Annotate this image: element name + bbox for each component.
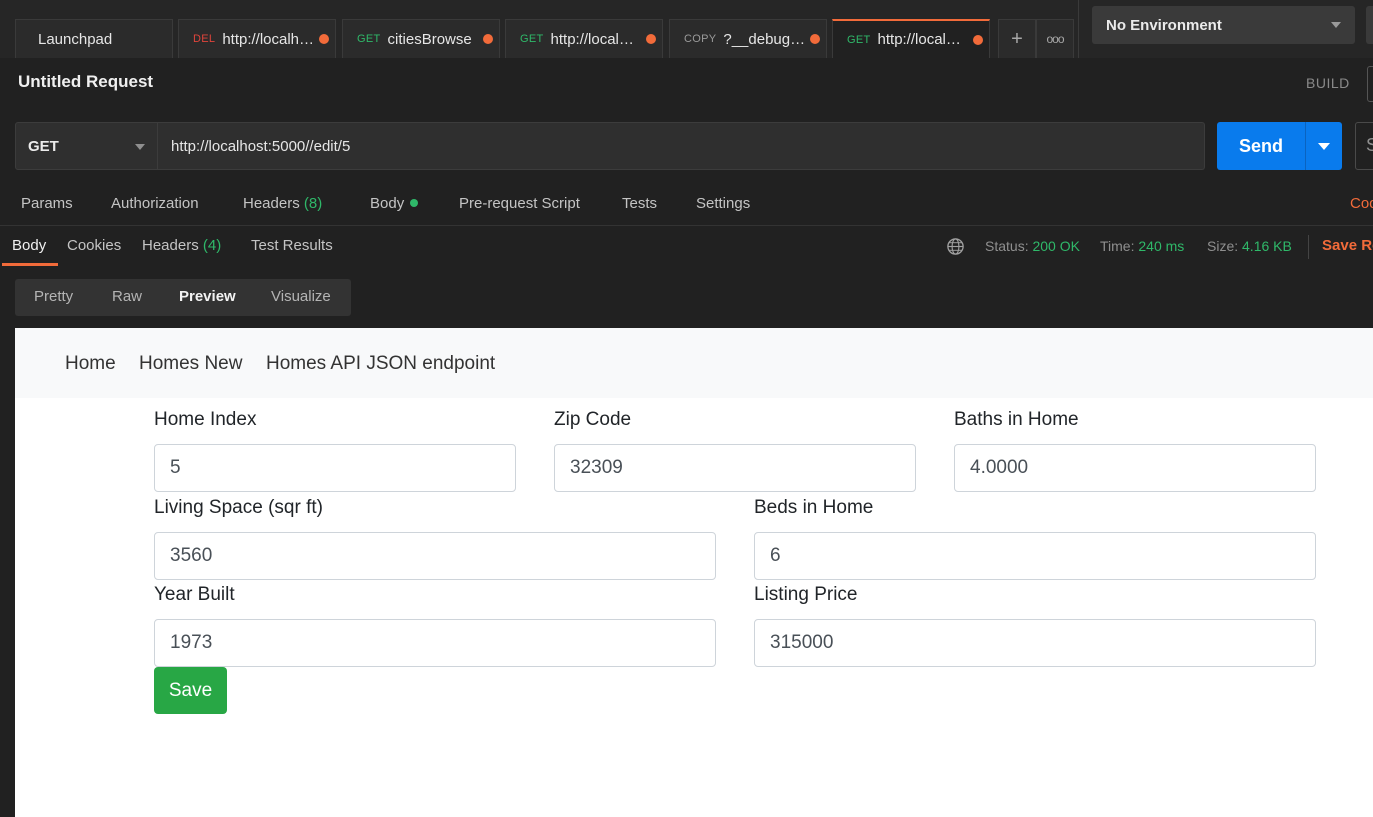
tab-method: GET (357, 33, 381, 45)
tab-body-label: Body (370, 195, 405, 212)
response-time[interactable]: Time: 240 ms (1100, 238, 1184, 254)
home-index-field[interactable] (154, 444, 516, 492)
tab-bar: Launchpad DEL http://localho... GET citi… (0, 0, 1373, 58)
tab-settings[interactable]: Settings (696, 195, 750, 212)
view-preview[interactable]: Preview (179, 288, 236, 305)
more-icon: ooo (1046, 32, 1064, 46)
time-value: 240 ms (1138, 238, 1185, 254)
tab-method: DEL (193, 33, 216, 45)
save-response-button[interactable]: Save Re (1322, 237, 1373, 254)
tab-get-request[interactable]: GET http://localho... (505, 19, 663, 58)
view-visualize[interactable]: Visualize (271, 288, 331, 305)
response-tab-cookies[interactable]: Cookies (67, 237, 121, 254)
year-built-label: Year Built (154, 584, 235, 605)
send-options-button[interactable] (1305, 122, 1342, 170)
tab-params[interactable]: Params (21, 195, 73, 212)
chevron-down-icon (1318, 143, 1330, 150)
save-request-button[interactable]: S (1355, 122, 1373, 170)
response-tab-headers-label: Headers (142, 237, 199, 254)
tab-method: GET (520, 33, 544, 45)
plus-icon: + (1011, 27, 1023, 50)
zip-code-label: Zip Code (554, 409, 632, 430)
environment-select[interactable]: No Environment (1092, 6, 1355, 44)
tab-title: http://localho... (550, 30, 642, 48)
send-button[interactable]: Send (1217, 122, 1305, 170)
tab-body[interactable]: Body (370, 195, 419, 212)
request-title[interactable]: Untitled Request (18, 72, 153, 92)
tab-prerequest-script[interactable]: Pre-request Script (459, 195, 580, 212)
response-tab-headers[interactable]: Headers (4) (142, 237, 221, 254)
response-tab-body[interactable]: Body (12, 237, 46, 254)
chevron-down-icon (1331, 22, 1341, 28)
chevron-down-icon (135, 144, 145, 150)
more-tabs-button[interactable]: ooo (1036, 19, 1074, 58)
tab-headers-label: Headers (243, 195, 300, 212)
size-label: Size: (1207, 238, 1239, 254)
nav-link-homes-new[interactable]: Homes New (139, 353, 242, 375)
body-indicator-icon (410, 199, 419, 207)
tab-cities-browse[interactable]: GET citiesBrowse (342, 19, 500, 58)
listing-price-label: Listing Price (754, 584, 858, 605)
status-label: Status: (985, 238, 1029, 254)
tab-title: http://localho... (877, 31, 969, 48)
nav-link-home[interactable]: Home (65, 353, 116, 375)
living-space-field[interactable] (154, 532, 716, 580)
zip-code-field[interactable] (554, 444, 916, 492)
unsaved-dot-icon (319, 34, 329, 44)
status-value: 200 OK (1032, 238, 1080, 254)
nav-link-homes-api[interactable]: Homes API JSON endpoint (266, 353, 495, 375)
unsaved-dot-icon (810, 34, 820, 44)
tab-authorization[interactable]: Authorization (111, 195, 199, 212)
listing-price-field[interactable] (754, 619, 1316, 667)
view-pretty[interactable]: Pretty (34, 288, 73, 305)
tab-method: COPY (684, 33, 717, 45)
tab-title: Launchpad (38, 30, 113, 48)
unsaved-dot-icon (483, 34, 493, 44)
beds-field[interactable] (754, 532, 1316, 580)
unsaved-dot-icon (646, 34, 656, 44)
response-preview: Home Homes New Homes API JSON endpoint H… (15, 328, 1373, 817)
mode-toggle[interactable] (1367, 66, 1373, 102)
save-button[interactable]: Save (154, 667, 227, 714)
url-input[interactable] (158, 122, 1205, 170)
tab-del-request[interactable]: DEL http://localho... (178, 19, 336, 58)
divider (1308, 235, 1309, 259)
response-status[interactable]: Status: 200 OK (985, 238, 1080, 254)
method-select[interactable]: GET (15, 122, 158, 170)
baths-label: Baths in Home (954, 409, 1079, 430)
year-built-field[interactable] (154, 619, 716, 667)
environment-quick-look-button[interactable] (1366, 6, 1373, 44)
tab-title: ?__debugge... (723, 30, 806, 48)
divider (1078, 0, 1079, 58)
tab-launchpad[interactable]: Launchpad (15, 19, 173, 58)
baths-field[interactable] (954, 444, 1316, 492)
cookies-link[interactable]: Coo (1350, 195, 1373, 212)
active-tab-indicator (2, 263, 58, 266)
time-label: Time: (1100, 238, 1135, 254)
tab-title: citiesBrowse (387, 30, 472, 48)
tab-copy-request[interactable]: COPY ?__debugge... (669, 19, 827, 58)
method-label: GET (28, 137, 59, 155)
home-index-label: Home Index (154, 409, 257, 430)
new-tab-button[interactable]: + (998, 19, 1036, 58)
tab-tests[interactable]: Tests (622, 195, 657, 212)
response-tab-test-results[interactable]: Test Results (251, 237, 333, 254)
headers-count: (8) (303, 195, 323, 212)
globe-icon[interactable] (946, 237, 965, 256)
tab-method: GET (847, 33, 871, 46)
preview-navbar: Home Homes New Homes API JSON endpoint (15, 328, 1373, 398)
tab-active-request[interactable]: GET http://localho... (832, 19, 990, 58)
size-value: 4.16 KB (1242, 238, 1292, 254)
build-label: BUILD (1306, 75, 1350, 91)
response-headers-count: (4) (202, 237, 222, 254)
view-raw[interactable]: Raw (112, 288, 142, 305)
environment-label: No Environment (1106, 16, 1222, 34)
tab-headers[interactable]: Headers (8) (243, 195, 322, 212)
response-size[interactable]: Size: 4.16 KB (1207, 238, 1292, 254)
unsaved-dot-icon (973, 34, 983, 45)
living-space-label: Living Space (sqr ft) (154, 497, 323, 518)
divider (0, 225, 1373, 226)
beds-label: Beds in Home (754, 497, 874, 518)
tab-title: http://localho... (222, 30, 315, 48)
